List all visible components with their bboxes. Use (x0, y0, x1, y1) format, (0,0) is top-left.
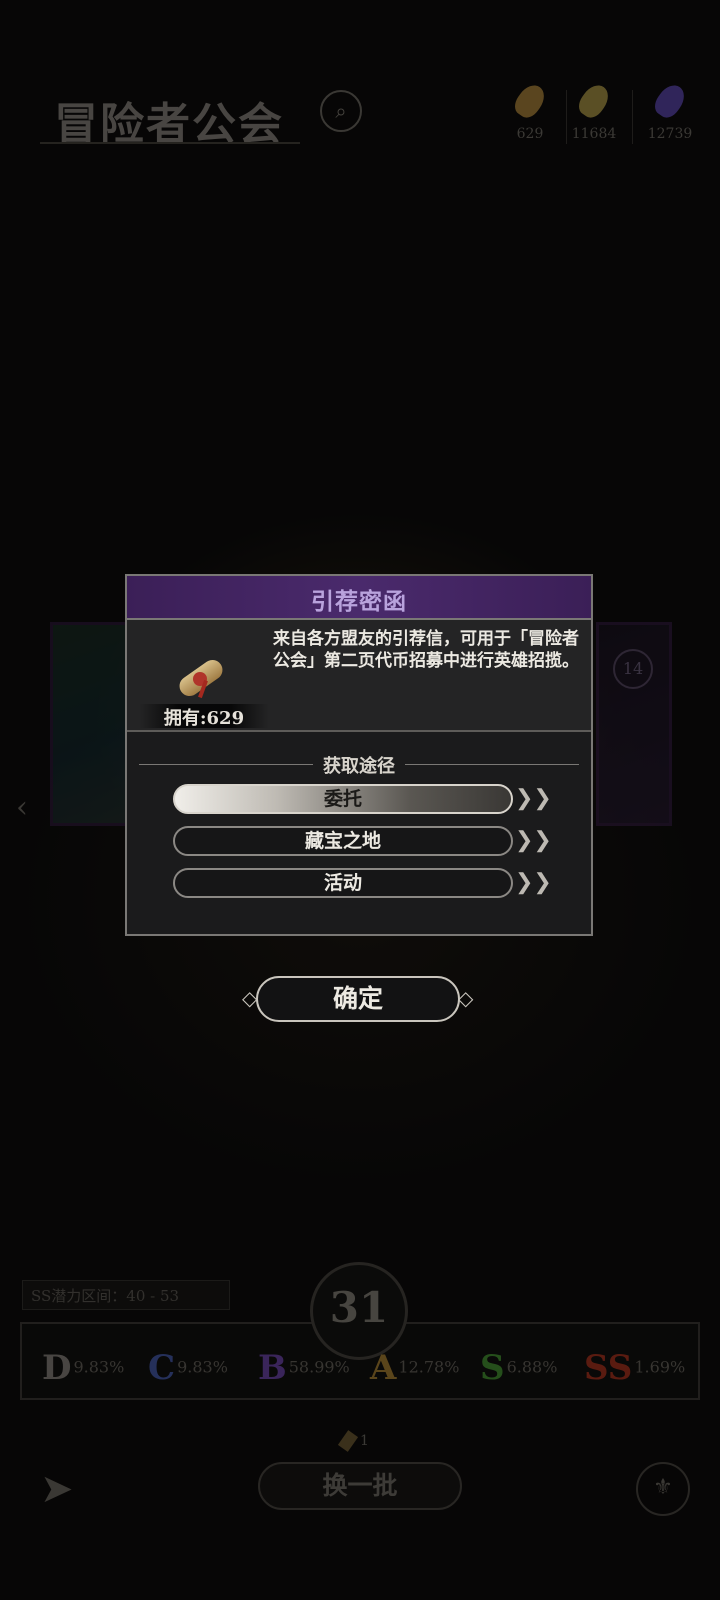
confirm-button[interactable]: 确定 (256, 976, 460, 1022)
double-chevron-right-icon: ❯❯ (515, 870, 552, 895)
owned-count: 拥有:629 (139, 704, 269, 729)
item-description: 来自各方盟友的引荐信，可用于「冒险者公会」第二页代币招募中进行英雄招揽。 (273, 629, 579, 671)
source-title: 获取途径 (313, 756, 405, 777)
source-button-treasure-land[interactable]: 藏宝之地 (173, 826, 513, 856)
double-chevron-right-icon: ❯❯ (515, 786, 552, 811)
source-button-event[interactable]: 活动 (173, 868, 513, 898)
item-info-area: 拥有:629 来自各方盟友的引荐信，可用于「冒险者公会」第二页代币招募中进行英雄… (127, 620, 591, 732)
item-info-dialog: 引荐密函 拥有:629 来自各方盟友的引荐信，可用于「冒险者公会」第二页代币招募… (125, 574, 593, 936)
double-chevron-right-icon: ❯❯ (515, 828, 552, 853)
scroll-icon (167, 638, 231, 700)
diamond-deco-icon: ◇ (458, 986, 474, 1010)
source-header: 获取途径 (139, 752, 579, 777)
dialog-header: 引荐密函 (127, 576, 591, 620)
dialog-title: 引荐密函 (311, 588, 407, 615)
source-button-commission[interactable]: 委托 (173, 784, 513, 814)
